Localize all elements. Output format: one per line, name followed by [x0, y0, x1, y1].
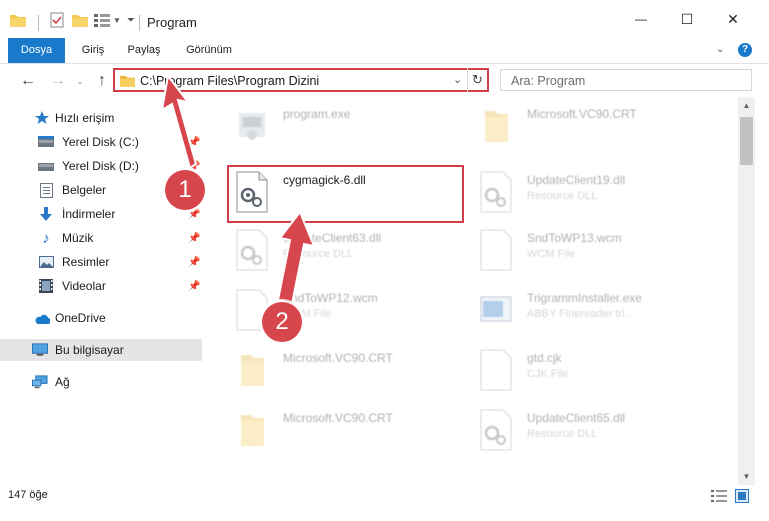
list-item[interactable]: SndToWP13.wcm WCM File — [457, 221, 697, 277]
pin-icon: 📌 — [188, 136, 201, 148]
vertical-scrollbar[interactable]: ▲ ▼ — [738, 97, 755, 485]
close-button[interactable]: ✕ — [710, 0, 756, 38]
list-item[interactable]: Microsoft.VC90.CRT — [213, 401, 453, 457]
list-item[interactable]: TrigrammInstaller.exe ABBY Finereader tr… — [457, 281, 697, 337]
refresh-icon[interactable]: ↻ — [472, 72, 483, 88]
new-folder-icon[interactable] — [72, 13, 88, 27]
list-item[interactable]: UpdateClient63.dll Resource DLL — [213, 221, 453, 277]
quick-access-toolbar — [10, 11, 26, 29]
nav-item-pictures[interactable]: Resimler 📌 — [0, 251, 202, 273]
tab-file[interactable]: Dosya — [8, 38, 65, 63]
step-badge-2: 2 — [262, 302, 302, 342]
music-icon: ♪ — [42, 229, 50, 247]
pin-icon: 📌 — [188, 280, 201, 292]
dll-file-icon — [480, 171, 512, 213]
maximize-button[interactable]: ☐ — [664, 0, 710, 38]
drive-icon — [38, 158, 54, 174]
ribbon-tabs: Dosya Giriş Paylaş Görünüm ⌄ ? — [0, 38, 769, 64]
folder-icon — [241, 355, 264, 386]
application-icon — [239, 113, 265, 140]
search-placeholder[interactable]: Ara: Program — [511, 74, 585, 88]
list-item[interactable]: SndToWP12.wcm WCM File — [213, 281, 453, 337]
installer-icon — [480, 296, 512, 322]
tab-home[interactable]: Giriş — [73, 38, 113, 63]
address-path[interactable]: C:\Program Files\Program Dizini — [140, 74, 319, 88]
scroll-down-arrow-icon[interactable]: ▼ — [738, 468, 755, 485]
tab-view[interactable]: Görünüm — [178, 38, 240, 63]
nav-item-music[interactable]: ♪ Müzik 📌 — [0, 227, 202, 249]
folder-icon — [120, 75, 135, 87]
details-view-icon[interactable] — [711, 490, 727, 502]
large-icons-view-icon[interactable] — [735, 489, 749, 503]
nav-item-downloads[interactable]: İndirmeler 📌 — [0, 203, 202, 225]
scrollbar-thumb[interactable] — [740, 117, 753, 165]
file-icon — [480, 229, 512, 271]
folder-icon[interactable] — [10, 13, 26, 27]
documents-icon — [38, 182, 54, 198]
network-icon — [32, 374, 48, 390]
status-bar: 147 öğe — [0, 485, 769, 507]
chevron-down-icon[interactable]: ▼ — [113, 16, 121, 25]
minimize-button[interactable]: — — [618, 0, 664, 38]
help-icon[interactable]: ? — [738, 43, 752, 57]
nav-item-quick-access[interactable]: Hızlı erişim — [0, 107, 202, 129]
list-item[interactable]: gtd.cjk CJK File — [457, 341, 697, 397]
nav-item-this-pc[interactable]: Bu bilgisayar — [0, 339, 202, 361]
window-title: Program — [147, 15, 197, 30]
title-bar: ▼ ⏷ Program — ☐ ✕ — [0, 0, 769, 38]
address-dropdown-icon[interactable]: ⌄ — [453, 73, 462, 86]
pin-icon: 📌 — [188, 208, 201, 220]
nav-item-videos[interactable]: Videolar 📌 — [0, 275, 202, 297]
recent-locations-button[interactable]: ⌄ — [70, 71, 90, 91]
pin-icon: 📌 — [188, 256, 201, 268]
customize-toolbar-icon[interactable]: ⏷ — [127, 15, 135, 26]
list-item[interactable]: Microsoft.VC90.CRT — [457, 97, 697, 153]
list-item[interactable]: UpdateClient19.dll Resource DLL — [457, 163, 697, 219]
scroll-up-arrow-icon[interactable]: ▲ — [738, 97, 755, 114]
ribbon-expand-icon[interactable]: ⌄ — [716, 44, 724, 55]
tab-share[interactable]: Paylaş — [120, 38, 168, 63]
file-highlight-box — [227, 165, 464, 223]
nav-item-network[interactable]: Ağ — [0, 371, 202, 393]
videos-icon — [38, 278, 54, 294]
drive-icon — [38, 134, 54, 150]
nav-item-onedrive[interactable]: OneDrive — [0, 307, 202, 329]
computer-icon — [32, 342, 48, 358]
cloud-icon — [34, 310, 50, 326]
file-list: program.exe Microsoft.VC90.CRT cygmagick… — [205, 97, 738, 469]
search-box[interactable]: Ara: Program — [500, 69, 752, 91]
address-bar[interactable]: C:\Program Files\Program Dizini ⌄ ↻ — [113, 68, 489, 92]
list-item[interactable]: UpdateClient65.dll Resource DLL — [457, 401, 697, 457]
file-icon — [480, 349, 512, 391]
dll-file-icon — [236, 229, 268, 271]
address-row: ← → ⌄ ↑ C:\Program Files\Program Dizini … — [0, 64, 769, 97]
list-item[interactable]: program.exe — [213, 97, 453, 153]
item-count: 147 öğe — [8, 489, 48, 501]
download-icon — [38, 206, 54, 222]
properties-icon[interactable] — [50, 12, 64, 28]
list-item[interactable]: Microsoft.VC90.CRT — [213, 341, 453, 397]
back-button[interactable]: ← — [18, 71, 38, 91]
star-icon — [34, 110, 50, 126]
dll-file-icon — [480, 409, 512, 451]
nav-item-disk-c[interactable]: Yerel Disk (C:) 📌 — [0, 131, 202, 153]
view-details-icon[interactable] — [94, 13, 110, 27]
folder-icon — [485, 111, 508, 142]
up-button[interactable]: ↑ — [92, 71, 112, 91]
navigation-pane: Hızlı erişim Yerel Disk (C:) 📌 Yerel Dis… — [0, 97, 205, 469]
pin-icon: 📌 — [188, 232, 201, 244]
folder-icon — [241, 415, 264, 446]
step-badge-1: 1 — [165, 170, 205, 210]
forward-button[interactable]: → — [48, 71, 68, 91]
pictures-icon — [38, 254, 54, 270]
